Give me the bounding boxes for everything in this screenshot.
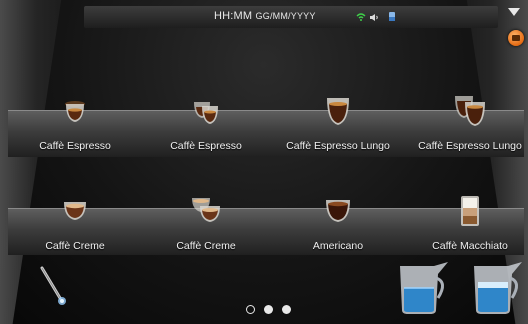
milk-foam-jug-icon[interactable] <box>464 258 526 318</box>
page-dot-1[interactable] <box>246 305 255 314</box>
drink-label: Caffè Espresso <box>39 140 111 152</box>
drink-button[interactable]: Caffè Creme <box>10 192 140 252</box>
espresso-double-icon <box>194 102 218 124</box>
drink-label: Americano <box>312 240 364 252</box>
drink-label: Caffè Macchiato <box>432 240 508 252</box>
espresso-lungo-single-icon <box>327 98 349 125</box>
date-time: HH:MM GG/MM/YYYY <box>214 10 316 22</box>
creme-double-icon <box>192 198 220 222</box>
espresso-lungo-double-icon <box>455 96 485 126</box>
cup-status-icon <box>389 12 395 21</box>
maintenance-button[interactable] <box>508 30 524 46</box>
page-dot-2[interactable] <box>264 305 273 314</box>
wifi-icon <box>356 13 366 21</box>
drink-button[interactable]: Caffè Macchiato <box>405 192 528 252</box>
drink-button[interactable]: Caffè Espresso Lungo <box>273 92 403 152</box>
milk-jug-icon[interactable] <box>390 258 452 318</box>
drink-label: Caffè Creme <box>45 240 105 252</box>
status-bar: HH:MM GG/MM/YYYY <box>84 6 498 28</box>
macchiato-icon <box>461 196 479 226</box>
chevron-down-icon[interactable] <box>508 8 520 16</box>
drink-button[interactable]: Caffè Espresso Lungo <box>405 92 528 152</box>
drink-label: Caffè Creme <box>176 240 236 252</box>
americano-icon <box>326 200 350 222</box>
drink-button[interactable]: Caffè Espresso <box>141 92 271 152</box>
page-dot-3[interactable] <box>282 305 291 314</box>
speaker-icon <box>370 14 378 21</box>
drink-label: Caffè Espresso <box>170 140 242 152</box>
creme-single-icon <box>64 202 86 220</box>
drink-button[interactable]: Caffè Creme <box>141 192 271 252</box>
date-text: GG/MM/YYYY <box>255 11 316 21</box>
coffee-machine-screen: HH:MM GG/MM/YYYY Caffè Espresso Caffè Es… <box>0 0 528 324</box>
steam-wand-icon[interactable] <box>36 264 72 310</box>
drink-label: Caffè Espresso Lungo <box>286 140 390 152</box>
espresso-single-icon <box>65 101 85 122</box>
drink-button[interactable]: Caffè Espresso <box>10 92 140 152</box>
drink-label: Caffè Espresso Lungo <box>418 140 522 152</box>
drink-button[interactable]: Americano <box>273 192 403 252</box>
time-text: HH:MM <box>214 10 253 22</box>
